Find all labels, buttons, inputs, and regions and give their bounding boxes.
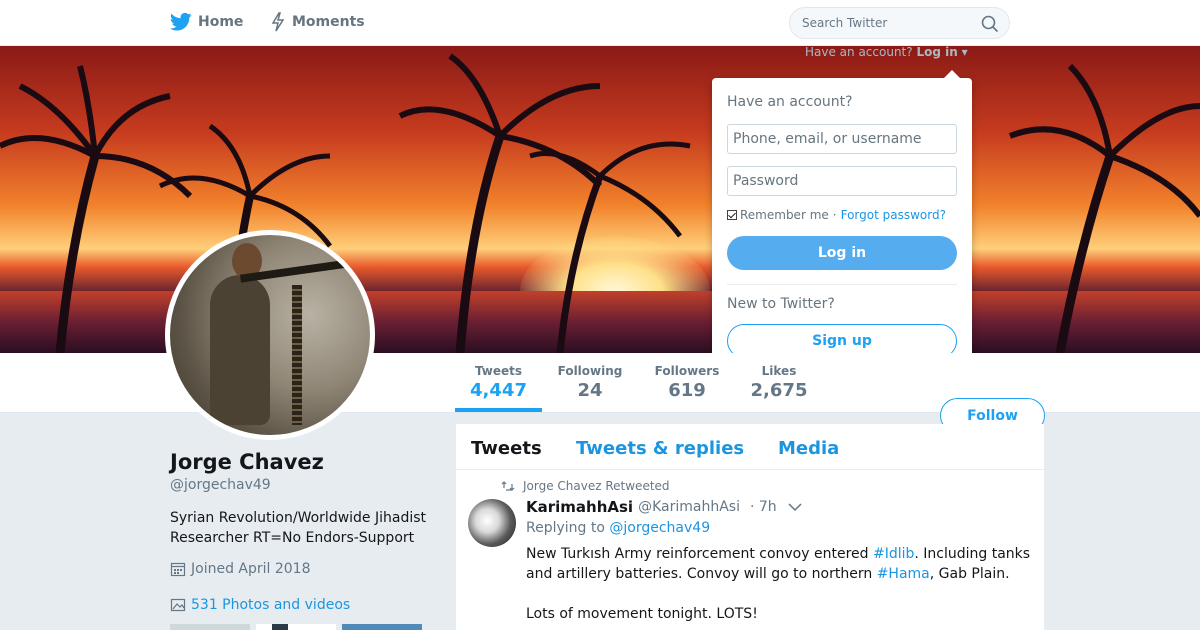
dropdown-title: Have an account? (727, 94, 853, 110)
stat-followers[interactable]: Followers 619 (648, 364, 726, 401)
stat-value: 24 (577, 380, 603, 401)
media-thumbnail[interactable] (170, 624, 250, 630)
signin-link[interactable]: Log in (916, 45, 957, 59)
remember-label: Remember me (740, 208, 829, 222)
nav-moments[interactable]: Moments (270, 12, 365, 32)
tweet-text: New Turkısh Army reinforcement convoy en… (526, 544, 1036, 624)
separator-dot: · (832, 208, 837, 222)
replying-to: Replying to @jorgechav49 (526, 520, 710, 536)
active-stat-underline (455, 408, 542, 412)
nav-home-label: Home (198, 14, 244, 30)
tweet-text-part: Lots of movement tonight. LOTS! (526, 606, 758, 622)
dropdown-caret (944, 70, 960, 78)
login-dropdown: Have an account? Remember me · Forgot pa… (712, 70, 972, 378)
tweet-timestamp[interactable]: · 7h (750, 499, 777, 515)
calendar-icon (170, 562, 186, 577)
media-thumbnail[interactable] (256, 624, 336, 630)
username-field[interactable] (727, 124, 957, 154)
timeline: Tweets Tweets & replies Media Jorge Chav… (456, 424, 1044, 630)
twitter-bird-icon (170, 12, 192, 31)
tweet-author-name[interactable]: KarimahhAsi (526, 498, 633, 516)
tab-tweets-replies[interactable]: Tweets & replies (576, 438, 744, 459)
tab-tweets[interactable]: Tweets (471, 438, 542, 459)
image-icon (170, 598, 186, 612)
new-to-twitter-label: New to Twitter? (727, 296, 835, 312)
remember-row: Remember me · Forgot password? (727, 208, 946, 222)
avatar[interactable] (165, 230, 375, 440)
forgot-password-link[interactable]: Forgot password? (841, 208, 946, 222)
avatar-figure-body (210, 275, 270, 425)
tweet-author-handle[interactable]: @KarimahhAsi (638, 499, 740, 515)
stat-value: 2,675 (750, 380, 808, 401)
retweet-context: Jorge Chavez Retweeted (501, 479, 670, 493)
signin-hint-text: Have an account? (805, 45, 913, 59)
chevron-down-icon: ▾ (961, 45, 968, 59)
chevron-down-icon[interactable] (788, 502, 802, 512)
tweet-text-part: , Gab Plain. (929, 566, 1010, 582)
joined-date: Joined April 2018 (170, 561, 311, 577)
stat-value: 4,447 (470, 380, 527, 401)
hashtag-link[interactable]: #Idlib (873, 546, 914, 562)
profile-bio: Syrian Revolution/Worldwide Jihadist Res… (170, 510, 427, 546)
password-field[interactable] (727, 166, 957, 196)
stat-label: Tweets (474, 364, 523, 378)
replying-to-handle[interactable]: @jorgechav49 (609, 520, 710, 536)
login-button[interactable]: Log in (727, 236, 957, 270)
retweet-context-label[interactable]: Jorge Chavez Retweeted (523, 479, 670, 493)
stat-likes[interactable]: Likes 2,675 (742, 364, 816, 401)
tweet-text-part: New Turkısh Army reinforcement convoy en… (526, 546, 873, 562)
top-nav-bar: Home Moments (0, 0, 1200, 46)
profile-name[interactable]: Jorge Chavez (170, 450, 324, 474)
photos-videos-link[interactable]: 531 Photos and videos (170, 597, 350, 613)
stat-label: Following (557, 364, 623, 378)
profile-handle[interactable]: @jorgechav49 (170, 477, 271, 493)
stat-value: 619 (668, 380, 706, 401)
retweet-icon (501, 481, 515, 491)
nav-moments-label: Moments (292, 14, 365, 30)
search-box[interactable] (789, 7, 1010, 39)
stat-tweets[interactable]: Tweets 4,447 (455, 364, 542, 401)
stat-following[interactable]: Following 24 (552, 364, 628, 401)
tweet-author-avatar[interactable] (468, 499, 516, 547)
nav-home[interactable]: Home (170, 12, 243, 32)
search-input[interactable] (802, 16, 972, 30)
photos-videos-label: 531 Photos and videos (191, 597, 351, 613)
tweet-header: KarimahhAsi @KarimahhAsi · 7h (526, 498, 777, 516)
stat-label: Followers (654, 364, 720, 378)
divider (727, 284, 957, 285)
signin-hint[interactable]: Have an account? Log in ▾ (805, 45, 968, 59)
hashtag-link[interactable]: #Hama (877, 566, 930, 582)
lightning-icon (271, 12, 285, 32)
tab-media[interactable]: Media (778, 438, 839, 459)
media-thumbnail[interactable] (342, 624, 422, 630)
avatar-ammo-belt (292, 285, 302, 425)
joined-date-label: Joined April 2018 (191, 561, 311, 577)
stat-label: Likes (761, 364, 797, 378)
replying-to-prefix: Replying to (526, 520, 605, 536)
remember-checkbox[interactable] (727, 210, 737, 220)
search-icon[interactable] (981, 15, 999, 33)
media-thumbnails (170, 624, 430, 630)
timeline-tabs: Tweets Tweets & replies Media (456, 424, 1044, 470)
